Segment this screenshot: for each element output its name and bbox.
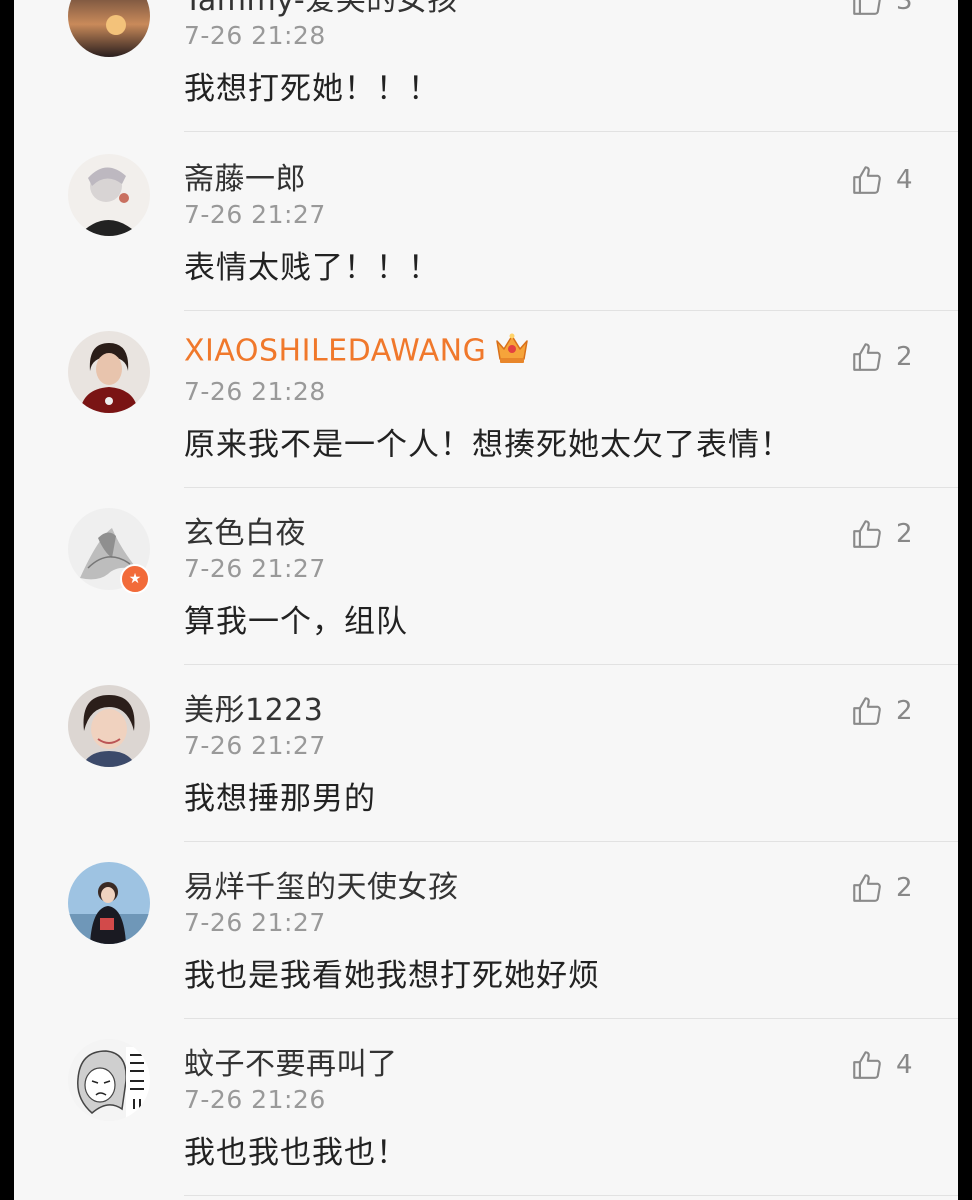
comment-time: 7-26 21:27 bbox=[184, 200, 326, 229]
comment-username[interactable]: 易烊千玺的天使女孩 bbox=[184, 862, 459, 906]
comment-username[interactable]: 美彤1223 bbox=[184, 685, 323, 729]
avatar[interactable] bbox=[68, 1039, 150, 1121]
comment-item: 斋藤一郎 7-26 21:27 表情太贱了！！！ 4 bbox=[14, 134, 958, 311]
comment-text: 我想打死她！！！ bbox=[184, 71, 440, 107]
comment-time: 7-26 21:27 bbox=[184, 554, 326, 583]
like-count: 3 bbox=[896, 0, 913, 16]
thumbs-up-icon bbox=[853, 520, 881, 548]
comment-username[interactable]: 斋藤一郎 bbox=[184, 154, 306, 198]
thumbs-up-icon bbox=[853, 1051, 881, 1079]
like-button[interactable]: 2 bbox=[850, 337, 913, 377]
like-button[interactable]: 4 bbox=[850, 1045, 913, 1085]
comment-item: ★ 玄色白夜 7-26 21:27 算我一个，组队 2 bbox=[14, 488, 958, 665]
thumbs-up-icon bbox=[853, 0, 881, 15]
avatar[interactable] bbox=[68, 154, 150, 236]
like-button[interactable]: 4 bbox=[850, 160, 913, 200]
comment-time: 7-26 21:27 bbox=[184, 731, 326, 760]
comment-time: 7-26 21:27 bbox=[184, 908, 326, 937]
avatar[interactable] bbox=[68, 862, 150, 944]
comment-list: Tammy-爱笑的女孩 7-26 21:28 我想打死她！！！ 3 斋藤一郎 7… bbox=[14, 0, 958, 1200]
like-count: 2 bbox=[896, 696, 913, 726]
thumbs-up-icon bbox=[853, 874, 881, 902]
avatar[interactable] bbox=[68, 685, 150, 767]
divider bbox=[184, 1195, 958, 1196]
thumbs-up-icon bbox=[853, 697, 881, 725]
like-button[interactable]: 2 bbox=[850, 691, 913, 731]
comment-text: 我也我也我也！ bbox=[184, 1135, 408, 1171]
like-count: 2 bbox=[896, 873, 913, 903]
comment-username[interactable]: Tammy-爱笑的女孩 bbox=[184, 0, 458, 19]
comment-time: 7-26 21:26 bbox=[184, 1085, 326, 1114]
comment-text: 原来我不是一个人！想揍死她太欠了表情！ bbox=[184, 427, 792, 463]
thumbs-up-icon bbox=[853, 166, 881, 194]
vip-crown-icon bbox=[494, 331, 530, 373]
comment-item: 易烊千玺的天使女孩 7-26 21:27 我也是我看她我想打死她好烦 2 bbox=[14, 842, 958, 1019]
like-count: 4 bbox=[896, 165, 913, 195]
comment-username[interactable]: XIAOSHILEDAWANG bbox=[184, 331, 530, 373]
comment-text: 我也是我看她我想打死她好烦 bbox=[184, 958, 600, 994]
comment-username[interactable]: 玄色白夜 bbox=[184, 508, 306, 552]
thumbs-up-icon bbox=[853, 343, 881, 371]
comment-username[interactable]: 蚊子不要再叫了 bbox=[184, 1039, 398, 1083]
avatar[interactable] bbox=[68, 0, 150, 57]
like-button[interactable]: 2 bbox=[850, 514, 913, 554]
comment-item: Tammy-爱笑的女孩 7-26 21:28 我想打死她！！！ 3 bbox=[14, 0, 958, 132]
username-text[interactable]: XIAOSHILEDAWANG bbox=[184, 334, 486, 369]
comment-item: 美彤1223 7-26 21:27 我想捶那男的 2 bbox=[14, 665, 958, 842]
like-count: 2 bbox=[896, 519, 913, 549]
comment-text: 算我一个，组队 bbox=[184, 604, 408, 640]
avatar[interactable] bbox=[68, 331, 150, 413]
like-button[interactable]: 2 bbox=[850, 868, 913, 908]
comment-text: 表情太贱了！！！ bbox=[184, 250, 440, 286]
divider bbox=[184, 131, 958, 132]
comment-time: 7-26 21:28 bbox=[184, 21, 326, 50]
like-count: 2 bbox=[896, 342, 913, 372]
comment-item: XIAOSHILEDAWANG 7-26 21:28 原来我不是一个人！想揍死她… bbox=[14, 311, 958, 488]
like-button[interactable]: 3 bbox=[850, 0, 913, 21]
comment-time: 7-26 21:28 bbox=[184, 377, 326, 406]
comment-item: 蚊子不要再叫了 7-26 21:26 我也我也我也！ 4 bbox=[14, 1019, 958, 1196]
verified-badge-icon: ★ bbox=[120, 564, 150, 594]
comment-text: 我想捶那男的 bbox=[184, 781, 376, 817]
like-count: 4 bbox=[896, 1050, 913, 1080]
